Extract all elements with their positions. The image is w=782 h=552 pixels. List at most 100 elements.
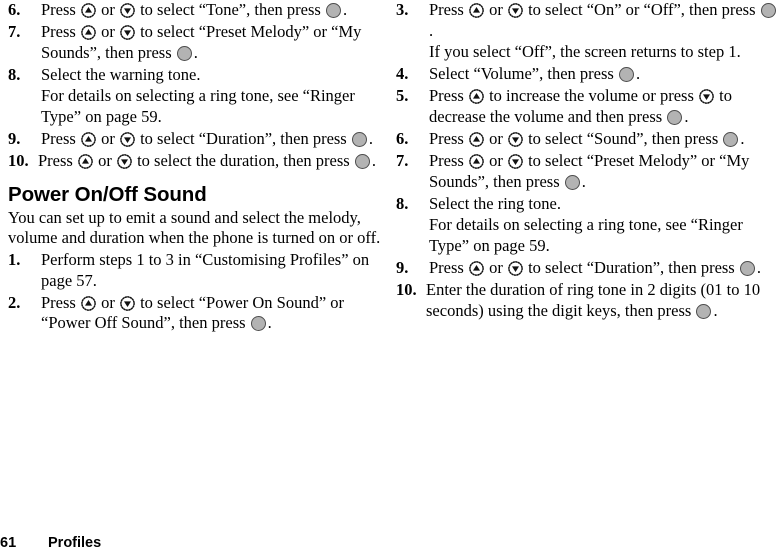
section-heading-power-on-off-sound: Power On/Off Sound [8,182,207,206]
step-text: to select “On” or “Off”, then press [523,0,760,19]
step-text: to select “Sound”, then press [523,129,723,149]
step-number: 9. [8,129,21,149]
center-select-key-icon [667,109,683,125]
step-text: For details on selecting a ring tone, se… [429,215,743,256]
step-body: Enter the duration of ring tone in 2 dig… [426,280,780,321]
step-item: 6. Press or to select “Tone”, then press … [8,0,384,21]
step-body: Perform steps 1 to 3 in “Customising Pro… [41,250,384,291]
nav-down-key-icon [120,295,135,311]
nav-down-key-icon [508,261,523,276]
manual-page: 6. Press or to select “Tone”, then press … [0,0,782,552]
right-column: 3. Press or to select “On” or “Off”, then… [390,0,782,323]
nav-up-key-icon [469,261,484,276]
center-select-key-icon [250,316,266,332]
step-continuation: For details on selecting a ring tone, se… [429,215,780,256]
steps-list-power-on-off: 1. Perform steps 1 to 3 in “Customising P… [8,250,384,334]
step-text: or [96,129,119,149]
step-text: . [635,64,641,84]
step-continuation: For details on selecting a ring tone, se… [41,86,384,127]
nav-up-key-icon [81,295,96,311]
step-body: Press or to select “Preset Melody” or “M… [41,22,384,63]
step-item: 2. Press or to select “Power On Sound” or… [8,293,384,334]
section-intro-paragraph: You can set up to emit a sound and selec… [8,207,381,248]
step-item: 7. Press or to select “Preset Melody” or … [396,151,780,192]
step-text: or [484,0,507,19]
step-continuation: If you select “Off”, the screen returns … [429,42,780,63]
page-footer: 61 Profiles [0,534,782,552]
step-text: to increase the volume or press [484,86,699,106]
step-body: Select “Volume”, then press . [429,64,780,85]
nav-down-key-icon [699,89,714,105]
center-select-key-icon [325,3,341,18]
step-body: Press or to select “Tone”, then press . [41,0,384,21]
step-text: or [96,22,119,42]
step-text: Press [429,0,468,19]
step-text: . [267,313,272,333]
step-item: 10. Enter the duration of ring tone in 2 … [396,280,780,321]
nav-down-key-icon [120,132,135,147]
center-select-key-icon [696,303,712,319]
step-number: 10. [396,280,417,300]
step-body: Press or to select the duration, then pr… [38,151,384,172]
step-body: Select the ring tone. [429,194,780,215]
step-item: 7. Press or to select “Preset Melody” or … [8,22,384,63]
footer-section-title: Profiles [48,535,102,551]
step-number: 6. [8,0,21,19]
nav-down-key-icon [117,154,132,170]
step-number: 8. [8,64,21,84]
step-number: 9. [396,258,409,278]
page-columns: 6. Press or to select “Tone”, then press … [0,0,782,335]
center-select-key-icon [176,45,192,61]
step-item: 9. Press or to select “Duration”, then pr… [8,129,384,150]
step-text: or [484,258,507,278]
step-body: Press or to select “Power On Sound” or “… [41,293,384,334]
center-select-key-icon [564,174,580,190]
step-text: Select the ring tone. [429,193,561,213]
step-number: 7. [396,151,409,171]
step-text: Press [41,129,80,149]
steps-list-continued: 6. Press or to select “Tone”, then press … [8,0,384,172]
nav-down-key-icon [120,3,135,18]
center-select-key-icon [618,67,634,83]
step-text: For details on selecting a ring tone, se… [41,86,355,126]
step-number: 7. [8,22,21,42]
step-number: 10. [8,151,29,171]
step-item: 5. Press to increase the volume or press … [396,86,780,127]
step-body: Press or to select “Duration”, then pres… [429,258,780,279]
nav-up-key-icon [469,3,484,18]
step-text: . [342,0,348,19]
step-number: 8. [396,193,409,213]
step-text: to select “Tone”, then press [135,0,325,19]
step-text: . [429,20,434,40]
step-text: or [96,0,119,19]
step-number: 1. [8,249,21,269]
step-text: Press [429,129,468,149]
step-item: 8. Select the warning tone. For details on… [8,65,384,128]
step-text: If you select “Off”, the screen returns … [429,42,741,62]
footer-page-number: 61 [0,535,17,551]
nav-up-key-icon [469,89,484,105]
step-text: to select “Duration”, then press [135,129,351,149]
step-body: Press or to select “Duration”, then pres… [41,129,384,150]
nav-down-key-icon [508,132,523,147]
left-column: 6. Press or to select “Tone”, then press … [0,0,390,335]
step-text: . [581,171,586,191]
step-text: . [713,300,718,320]
step-text: Press [41,292,80,312]
step-number: 5. [396,86,409,106]
nav-down-key-icon [120,25,135,40]
step-body: Press or to select “Preset Melody” or “M… [429,151,780,192]
step-text: or [96,292,119,312]
step-number: 6. [396,129,409,149]
step-text: Select “Volume”, then press [429,64,618,84]
step-text: to select the duration, then press [132,151,354,171]
center-select-key-icon [739,261,755,277]
step-text: . [193,42,198,62]
step-body: Press to increase the volume or press to… [429,86,780,127]
step-number: 4. [396,64,409,84]
center-select-key-icon [760,3,776,18]
step-item: 8. Select the ring tone. For details on se… [396,194,780,257]
nav-down-key-icon [508,154,523,170]
step-text: or [484,151,507,171]
step-item: 6. Press or to select “Sound”, then press… [396,129,780,150]
